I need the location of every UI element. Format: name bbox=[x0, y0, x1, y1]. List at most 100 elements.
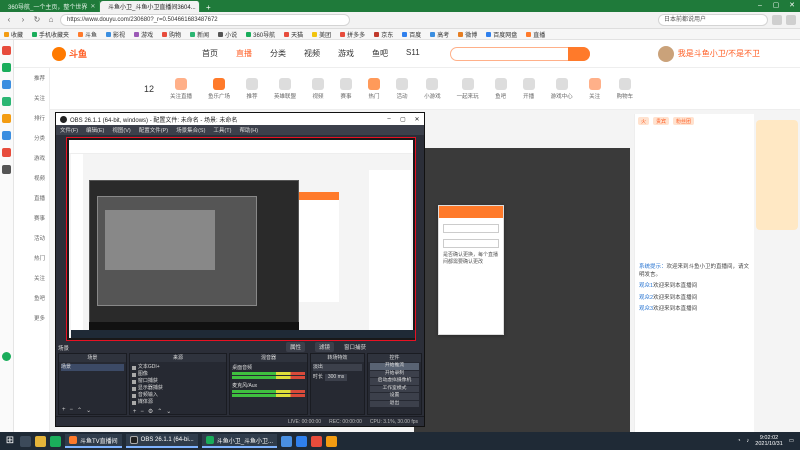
chat-nick[interactable]: 观众1 bbox=[639, 283, 653, 289]
pinned-app-icon[interactable] bbox=[311, 435, 323, 447]
remove-icon[interactable]: − bbox=[140, 409, 144, 415]
maximize-icon[interactable]: ▢ bbox=[768, 0, 784, 12]
promo-banner[interactable] bbox=[756, 120, 798, 230]
bookmark-item[interactable]: 新闻 bbox=[190, 30, 209, 39]
bookmark-item[interactable]: 直播 bbox=[526, 30, 545, 39]
bookmark-item[interactable]: 游戏 bbox=[134, 30, 153, 39]
subnav-item[interactable]: 一起来玩 bbox=[457, 77, 479, 100]
menu-icon[interactable] bbox=[786, 15, 796, 25]
control-button[interactable]: 开始推流 bbox=[369, 363, 419, 370]
scene-item[interactable]: 场景 bbox=[61, 364, 124, 371]
chat-nick[interactable]: 观众3 bbox=[639, 306, 653, 312]
source-item[interactable]: 音频输入 bbox=[131, 392, 224, 399]
obs-menu-item[interactable]: 帮助(H) bbox=[239, 126, 258, 134]
obs-menu-item[interactable]: 配置文件(P) bbox=[139, 126, 168, 134]
subnav-item[interactable]: 购物车 bbox=[617, 77, 633, 100]
subnav-item[interactable]: 小游戏 bbox=[424, 77, 441, 100]
sidebar-app-icon[interactable] bbox=[2, 114, 11, 123]
settings-icon[interactable]: ⚙ bbox=[148, 408, 153, 415]
leftnav-item[interactable]: 推荐 bbox=[14, 74, 49, 82]
leftnav-item[interactable]: 视频 bbox=[14, 174, 49, 182]
obs-menu-item[interactable]: 场景集合(S) bbox=[176, 126, 205, 134]
sidebar-app-icon[interactable] bbox=[2, 46, 11, 55]
properties-button[interactable]: 属性 bbox=[286, 342, 306, 352]
bookmark-item[interactable]: 手机收藏夹 bbox=[32, 30, 69, 39]
obs-menu-item[interactable]: 工具(T) bbox=[213, 126, 231, 134]
subnav-item[interactable]: 开播 bbox=[522, 77, 535, 100]
filters-button[interactable]: 滤镜 bbox=[315, 342, 335, 352]
control-button[interactable]: 开始录制 bbox=[369, 370, 419, 377]
search-icon[interactable] bbox=[20, 435, 31, 447]
bookmark-item[interactable]: 高考 bbox=[430, 30, 449, 39]
volume-slider[interactable] bbox=[232, 376, 305, 379]
bookmark-item[interactable]: 影视 bbox=[106, 30, 125, 39]
douyu-logo[interactable]: 斗鱼 bbox=[52, 46, 172, 62]
nav-item[interactable]: 直播 bbox=[236, 48, 252, 59]
subnav-item[interactable]: 推荐 bbox=[246, 77, 259, 100]
user-menu[interactable]: 我是斗鱼小卫/不是不卫 bbox=[657, 45, 760, 62]
browser-search-input[interactable]: 日本前都说用户 bbox=[658, 14, 768, 26]
subnav-item[interactable]: 游戏中心 bbox=[551, 77, 573, 100]
bookmark-item[interactable]: 斗鱼 bbox=[78, 30, 97, 39]
notification-icon[interactable]: ▭ bbox=[789, 438, 794, 444]
up-icon[interactable]: ⌃ bbox=[77, 407, 82, 414]
sidebar-app-icon[interactable] bbox=[2, 131, 11, 140]
subnav-item[interactable]: 活动 bbox=[396, 77, 409, 100]
sidebar-app-icon[interactable] bbox=[2, 165, 11, 174]
pinned-app-icon[interactable] bbox=[281, 435, 293, 447]
leftnav-item[interactable]: 关注 bbox=[14, 274, 49, 282]
nav-item[interactable]: 首页 bbox=[202, 48, 218, 59]
clock[interactable]: 9:02:02 2021/10/31 bbox=[755, 435, 783, 448]
refresh-icon[interactable]: ↻ bbox=[32, 15, 42, 25]
chat-nick[interactable]: 系统提示： bbox=[639, 264, 667, 270]
obs-preview[interactable] bbox=[66, 137, 416, 341]
leftnav-item[interactable]: 关注 bbox=[14, 94, 49, 102]
follow-count[interactable]: 12 bbox=[144, 84, 154, 94]
nav-item[interactable]: 鱼吧 bbox=[372, 48, 388, 59]
dialog-field[interactable] bbox=[443, 224, 499, 233]
source-item[interactable]: 图像 bbox=[131, 371, 224, 378]
nav-item[interactable]: 游戏 bbox=[338, 48, 354, 59]
nav-item[interactable]: 视频 bbox=[304, 48, 320, 59]
taskbar-app[interactable]: 斗鱼小卫_斗鱼小卫... bbox=[201, 434, 278, 448]
control-button[interactable]: 启动虚拟摄像机 bbox=[369, 378, 419, 385]
leftnav-item[interactable]: 更多 bbox=[14, 314, 49, 322]
volume-icon[interactable]: ♪ bbox=[747, 438, 750, 444]
chat-tab[interactable]: 粉丝团 bbox=[673, 117, 695, 125]
close-icon[interactable]: ✕ bbox=[90, 3, 95, 10]
subnav-item[interactable]: 鱼乐广场 bbox=[208, 77, 230, 100]
extension-icon[interactable] bbox=[772, 15, 782, 25]
bookmark-item[interactable]: 京东 bbox=[374, 30, 393, 39]
leftnav-item[interactable]: 鱼吧 bbox=[14, 294, 49, 302]
control-button[interactable]: 工作室模式 bbox=[369, 385, 419, 392]
remove-icon[interactable]: − bbox=[70, 407, 74, 413]
obs-menu-item[interactable]: 文件(F) bbox=[60, 126, 78, 134]
nav-item[interactable]: S11 bbox=[406, 48, 420, 59]
subnav-item[interactable]: 关注 bbox=[588, 77, 601, 100]
subnav-item[interactable]: 视频 bbox=[312, 77, 325, 100]
subnav-item[interactable]: 热门 bbox=[368, 77, 381, 100]
duration-input[interactable]: 300 ms bbox=[324, 374, 348, 381]
bookmark-item[interactable]: 百度网盘 bbox=[486, 30, 517, 39]
network-icon[interactable]: ◔ bbox=[737, 438, 740, 444]
maximize-icon[interactable]: ▢ bbox=[396, 116, 410, 123]
leftnav-item[interactable]: 分类 bbox=[14, 134, 49, 142]
leftnav-item[interactable]: 活动 bbox=[14, 234, 49, 242]
add-icon[interactable]: + bbox=[133, 409, 137, 415]
sidebar-app-icon[interactable] bbox=[2, 80, 11, 89]
chat-tab[interactable]: 贵宾 bbox=[653, 117, 670, 125]
control-button[interactable]: 设置 bbox=[369, 393, 419, 400]
bookmark-item[interactable]: 百度 bbox=[402, 30, 421, 39]
home-icon[interactable]: ⌂ bbox=[46, 15, 56, 25]
obs-menu-item[interactable]: 视图(V) bbox=[112, 126, 130, 134]
file-explorer-icon[interactable] bbox=[35, 435, 46, 447]
sidebar-app-icon[interactable] bbox=[2, 352, 11, 361]
down-icon[interactable]: ⌄ bbox=[86, 407, 91, 414]
browser-tab[interactable]: 360导航_一个主页，整个世界 ✕ bbox=[0, 1, 100, 12]
pinned-app-icon[interactable] bbox=[326, 435, 338, 447]
close-icon[interactable]: ✕ bbox=[784, 0, 800, 12]
sidebar-app-icon[interactable] bbox=[2, 148, 11, 157]
up-icon[interactable]: ⌃ bbox=[157, 408, 162, 415]
subnav-item[interactable]: 鱼吧 bbox=[494, 77, 507, 100]
leftnav-item[interactable]: 排行 bbox=[14, 114, 49, 122]
